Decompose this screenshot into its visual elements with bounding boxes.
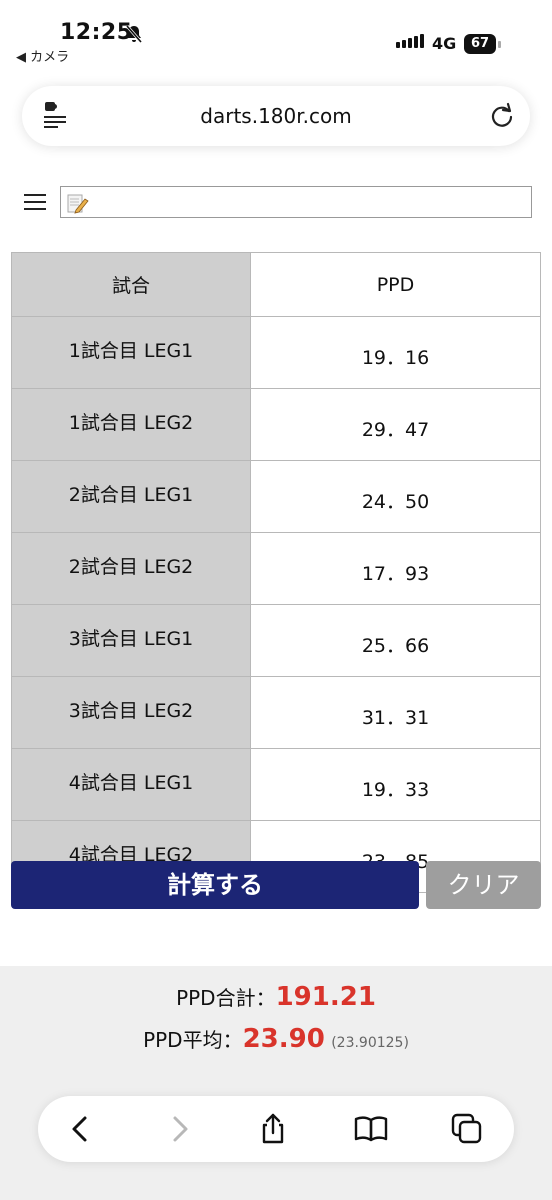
header-match: 試合 bbox=[11, 252, 251, 317]
row-label: 2試合目 LEG2 bbox=[11, 532, 251, 605]
ppd-average-row: PPD平均：23.90 (23.90125) bbox=[0, 1024, 552, 1054]
url-text[interactable]: darts.180r.com bbox=[22, 104, 530, 128]
ppd-table: 試合 PPD 1試合目 LEG1 19．16 1試合目 LEG2 29．47 2… bbox=[11, 252, 541, 893]
row-label: 1試合目 LEG1 bbox=[11, 316, 251, 389]
table-row: 1試合目 LEG1 19．16 bbox=[11, 316, 541, 389]
reload-icon[interactable] bbox=[488, 102, 516, 130]
status-time: 12:25 bbox=[60, 20, 133, 45]
ppd-value-input[interactable]: 19．16 bbox=[250, 316, 541, 389]
results-panel: PPD合計：191.21 PPD平均：23.90 (23.90125) bbox=[0, 966, 552, 1200]
ppd-value-input[interactable]: 25．66 bbox=[250, 604, 541, 677]
forward-icon[interactable] bbox=[162, 1112, 196, 1146]
bell-slash-icon bbox=[125, 25, 143, 43]
ppd-total-label: PPD合計： bbox=[176, 986, 276, 1010]
ppd-value-input[interactable]: 17．93 bbox=[250, 532, 541, 605]
ppd-value-input[interactable]: 29．47 bbox=[250, 388, 541, 461]
tabs-icon[interactable] bbox=[450, 1112, 484, 1146]
ppd-average-exact: (23.90125) bbox=[331, 1035, 409, 1051]
clear-button[interactable]: クリア bbox=[426, 861, 541, 909]
share-icon[interactable] bbox=[256, 1112, 290, 1146]
hamburger-menu-icon[interactable] bbox=[24, 194, 46, 212]
row-label: 3試合目 LEG1 bbox=[11, 604, 251, 677]
ppd-value-input[interactable]: 19．33 bbox=[250, 748, 541, 821]
calculate-button[interactable]: 計算する bbox=[11, 861, 419, 909]
table-row: 3試合目 LEG2 31．31 bbox=[11, 676, 541, 749]
table-row: 2試合目 LEG2 17．93 bbox=[11, 532, 541, 605]
ppd-value-input[interactable]: 24．50 bbox=[250, 460, 541, 533]
address-bar[interactable]: darts.180r.com bbox=[22, 86, 530, 146]
row-label: 4試合目 LEG1 bbox=[11, 748, 251, 821]
row-label: 1試合目 LEG2 bbox=[11, 388, 251, 461]
memo-pencil-icon bbox=[67, 194, 89, 214]
header-ppd: PPD bbox=[250, 252, 541, 317]
bookmarks-icon[interactable] bbox=[354, 1112, 388, 1146]
table-row: 4試合目 LEG1 19．33 bbox=[11, 748, 541, 821]
table-row: 3試合目 LEG1 25．66 bbox=[11, 604, 541, 677]
browser-toolbar bbox=[38, 1096, 514, 1162]
network-type: 4G bbox=[432, 34, 457, 53]
back-to-app-link[interactable]: ◀ カメラ bbox=[16, 46, 69, 65]
table-row: 1試合目 LEG2 29．47 bbox=[11, 388, 541, 461]
ppd-value-input[interactable]: 31．31 bbox=[250, 676, 541, 749]
table-row: 2試合目 LEG1 24．50 bbox=[11, 460, 541, 533]
battery-icon: 67 bbox=[464, 34, 504, 54]
battery-level: 67 bbox=[464, 34, 496, 54]
memo-input[interactable] bbox=[60, 186, 532, 218]
status-bar: 12:25 ◀ カメラ 4G 67 bbox=[0, 0, 552, 70]
ppd-average-value: 23.90 bbox=[242, 1024, 325, 1054]
row-label: 3試合目 LEG2 bbox=[11, 676, 251, 749]
signal-icon bbox=[396, 34, 424, 48]
ppd-total-value: 191.21 bbox=[275, 982, 376, 1012]
ppd-total-row: PPD合計：191.21 bbox=[0, 982, 552, 1012]
ppd-average-label: PPD平均： bbox=[143, 1028, 243, 1052]
table-header-row: 試合 PPD bbox=[11, 252, 541, 317]
back-icon[interactable] bbox=[64, 1112, 98, 1146]
row-label: 2試合目 LEG1 bbox=[11, 460, 251, 533]
